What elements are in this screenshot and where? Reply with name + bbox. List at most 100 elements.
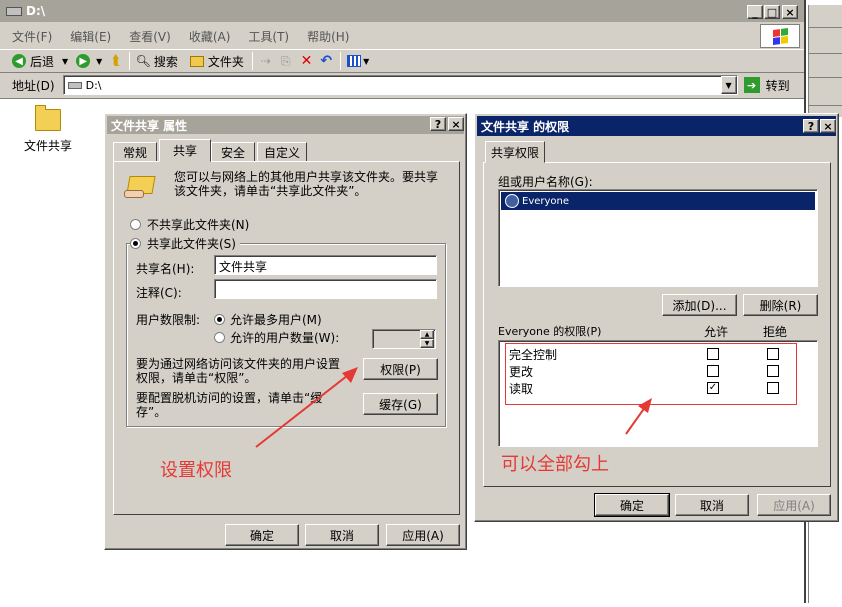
menu-tools[interactable]: 工具(T) [248, 28, 289, 45]
radio-max-users-circle[interactable] [214, 314, 225, 325]
properties-apply-button[interactable]: 应用(A) [386, 524, 460, 546]
spinner-up-button[interactable]: ▲ [420, 330, 434, 339]
comment-label: 注释(C): [136, 286, 182, 300]
radio-share[interactable]: 共享此文件夹(S) [130, 235, 240, 252]
properties-cancel-button[interactable]: 取消 [305, 524, 379, 546]
radio-allow-users[interactable]: 允许的用户数量(W): [214, 329, 339, 346]
radio-no-share[interactable]: 不共享此文件夹(N) [130, 216, 249, 233]
user-count-spinner[interactable]: ▲ ▼ [372, 329, 436, 349]
undo-icon[interactable]: ↶ [320, 53, 332, 69]
explorer-title: D:\ [26, 4, 46, 18]
user-limit-label: 用户数限制: [136, 313, 201, 327]
radio-no-share-label: 不共享此文件夹(N) [147, 218, 250, 232]
user-list-item[interactable]: Everyone [501, 192, 815, 210]
spinner-down-button[interactable]: ▼ [420, 339, 434, 348]
back-icon[interactable]: ◀ [12, 54, 26, 68]
permissions-help-button[interactable]: ? [803, 119, 819, 133]
drive-small-icon [67, 81, 82, 89]
views-dropdown-icon[interactable]: ▼ [363, 57, 369, 66]
share-folder-hand-icon [124, 170, 158, 200]
add-user-button[interactable]: 添加(D)... [662, 294, 737, 316]
remove-user-button[interactable]: 删除(R) [743, 294, 818, 316]
properties-help-button[interactable]: ? [430, 117, 446, 131]
allow-column-header: 允许 [704, 325, 729, 339]
annotation-highlight-box [505, 343, 797, 405]
permission-hint-text: 要为通过网络访问该文件夹的用户设置权限，请单击“权限”。 [136, 357, 341, 385]
close-button[interactable]: × [782, 5, 798, 19]
folder-label: 文件共享 [23, 139, 72, 153]
cache-button[interactable]: 缓存(G) [363, 393, 438, 415]
comment-input[interactable] [214, 279, 437, 299]
go-label[interactable]: 转到 [766, 77, 790, 94]
tab-custom[interactable]: 自定义 [257, 142, 307, 161]
share-name-value: 文件共享 [219, 260, 268, 274]
tab-share-permissions[interactable]: 共享权限 [485, 141, 545, 163]
users-group-icon [505, 194, 519, 208]
permissions-apply-button[interactable]: 应用(A) [757, 494, 831, 516]
radio-allow-users-label: 允许的用户数量(W): [230, 331, 340, 345]
back-label[interactable]: 后退 [30, 53, 54, 70]
windows-logo-icon [760, 24, 800, 48]
copy-to-icon[interactable]: ⎘ [281, 54, 291, 69]
radio-allow-users-circle[interactable] [214, 332, 225, 343]
folder-item[interactable]: 文件共享 [22, 105, 74, 154]
drive-icon [6, 6, 22, 16]
share-name-label: 共享名(H): [136, 262, 195, 276]
maximize-button[interactable]: □ [764, 5, 780, 19]
menu-view[interactable]: 查看(V) [129, 28, 171, 45]
properties-close-button[interactable]: × [448, 117, 464, 131]
menu-file[interactable]: 文件(F) [12, 28, 52, 45]
menu-bar: 文件(F) 编辑(E) 查看(V) 收藏(A) 工具(T) 帮助(H) [0, 24, 760, 48]
move-to-icon[interactable]: ⇢ [261, 54, 271, 68]
tab-security[interactable]: 安全 [211, 142, 255, 161]
radio-share-circle[interactable] [130, 238, 141, 249]
radio-max-users[interactable]: 允许最多用户(M) [214, 311, 322, 328]
explorer-titlebar: D:\ [0, 0, 804, 22]
address-value: D:\ [85, 78, 102, 92]
address-input[interactable]: D:\ ▼ [62, 75, 738, 95]
deny-column-header: 拒绝 [763, 325, 788, 339]
permissions-button[interactable]: 权限(P) [363, 358, 438, 380]
tab-general[interactable]: 常规 [113, 142, 157, 161]
menu-favorites[interactable]: 收藏(A) [189, 28, 231, 45]
radio-no-share-circle[interactable] [130, 219, 141, 230]
permissions-for-label: Everyone 的权限(P) [498, 325, 602, 338]
permissions-title: 文件共享 的权限 [481, 119, 570, 134]
forward-icon[interactable]: ▶ [76, 54, 91, 68]
user-list[interactable]: Everyone [498, 189, 818, 287]
tab-sharing[interactable]: 共享 [159, 139, 211, 162]
radio-share-label: 共享此文件夹(S) [147, 237, 236, 251]
folders-icon[interactable] [189, 55, 204, 67]
back-dropdown-icon[interactable]: ▼ [62, 57, 68, 66]
permissions-list: 完全控制 更改 读取 ✓ [498, 340, 818, 447]
permissions-cancel-button[interactable]: 取消 [675, 494, 749, 516]
annotation-check-all: 可以全部勾上 [501, 454, 609, 475]
up-folder-icon[interactable]: ⮬ [112, 53, 120, 69]
properties-dialog: 文件共享 属性 ? × 常规 共享 安全 自定义 您可以与网络上的其他用户共享该… [104, 113, 467, 550]
menu-edit[interactable]: 编辑(E) [70, 28, 111, 45]
properties-title: 文件共享 属性 [111, 118, 188, 133]
annotation-set-permission: 设置权限 [160, 460, 232, 481]
forward-dropdown-icon[interactable]: ▼ [96, 57, 102, 66]
minimize-button[interactable]: _ [747, 5, 763, 19]
properties-titlebar: 文件共享 属性 [107, 116, 464, 134]
views-icon[interactable] [347, 55, 362, 67]
properties-ok-button[interactable]: 确定 [225, 524, 299, 546]
share-name-input[interactable]: 文件共享 [214, 255, 437, 275]
menu-help[interactable]: 帮助(H) [307, 28, 349, 45]
address-dropdown-button[interactable]: ▼ [720, 76, 737, 94]
cache-hint-text: 要配置脱机访问的设置，请单击“缓存”。 [136, 391, 323, 419]
radio-max-users-label: 允许最多用户(M) [230, 313, 322, 327]
user-list-item-label: Everyone [522, 195, 570, 207]
permissions-ok-button[interactable]: 确定 [594, 493, 670, 517]
delete-icon[interactable]: ✕ [301, 53, 313, 69]
go-icon[interactable]: ➔ [743, 77, 760, 93]
permissions-close-button[interactable]: × [820, 119, 836, 133]
folders-label[interactable]: 文件夹 [208, 53, 244, 70]
search-icon[interactable]: 🔍︎ [136, 54, 151, 68]
sharing-info-text: 您可以与网络上的其他用户共享该文件夹。要共享该文件夹，请单击“共享此文件夹”。 [174, 170, 439, 198]
search-label[interactable]: 搜索 [154, 53, 178, 70]
toolbar: ◀ 后退 ▼ ▶ ▼ ⮬ 🔍︎ 搜索 文件夹 ⇢ ⎘ ✕ ↶ ▼ [0, 49, 804, 73]
share-permissions-panel: 组或用户名称(G): Everyone 添加(D)... 删除(R) Every… [483, 162, 831, 487]
folder-icon [35, 105, 61, 131]
